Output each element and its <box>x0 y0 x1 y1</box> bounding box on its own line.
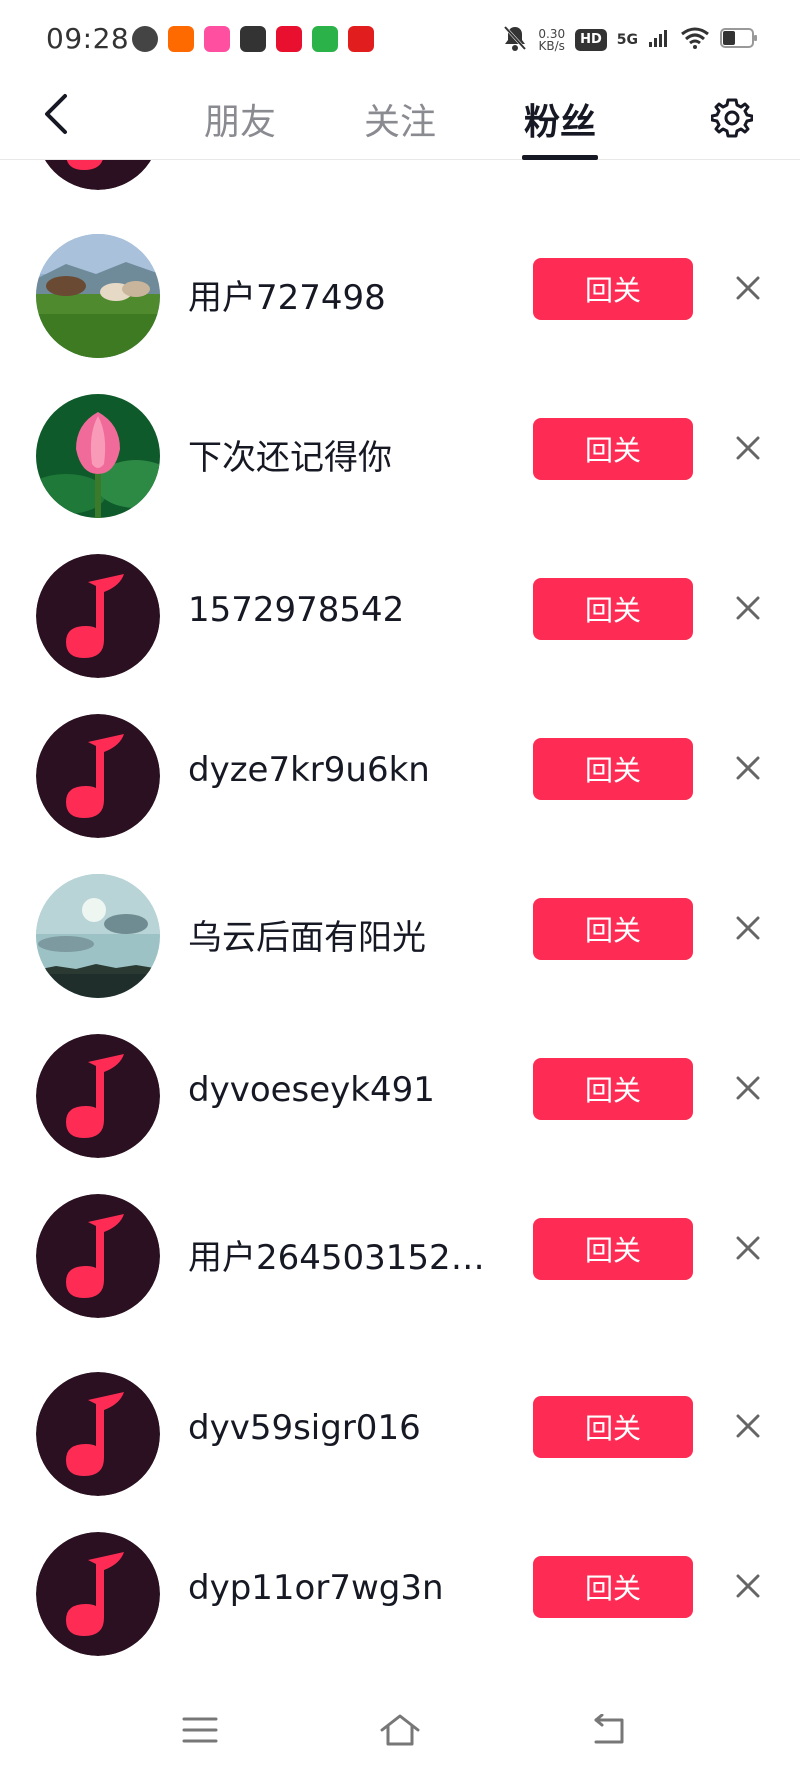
signal-icon <box>648 28 670 52</box>
chevron-left-icon <box>45 94 67 134</box>
app-notification-icon <box>276 26 302 52</box>
follow-back-button[interactable]: 回关 <box>533 1396 693 1458</box>
battery-icon <box>720 27 758 53</box>
remove-follower-button[interactable] <box>728 428 768 468</box>
close-icon <box>736 596 760 620</box>
follow-back-button[interactable]: 回关 <box>533 418 693 480</box>
close-icon <box>736 436 760 460</box>
list-item[interactable]: 回关 <box>0 160 800 190</box>
avatar[interactable] <box>36 874 160 998</box>
gear-icon <box>711 98 753 138</box>
avatar[interactable] <box>36 1034 160 1158</box>
follow-back-button[interactable]: 回关 <box>533 578 693 640</box>
remove-follower-button[interactable] <box>728 748 768 788</box>
list-item[interactable]: 下次还记得你 回关 <box>0 376 800 518</box>
app-notification-icon <box>312 26 338 52</box>
follow-back-button[interactable]: 回关 <box>533 1218 693 1280</box>
list-item[interactable]: dyp11or7wg3n 回关 <box>0 1514 800 1656</box>
follower-name[interactable]: 乌云后面有阳光 <box>188 910 426 959</box>
list-item[interactable]: 用户727498 回关 <box>0 216 800 358</box>
list-item[interactable]: dyvoeseyk491 回关 <box>0 1016 800 1158</box>
remove-follower-button[interactable] <box>728 1566 768 1606</box>
status-indicators: 0.30 KB/s HD 5G <box>502 24 758 56</box>
close-icon <box>736 276 760 300</box>
avatar[interactable] <box>36 394 160 518</box>
avatar[interactable] <box>36 1532 160 1656</box>
follow-back-button[interactable]: 回关 <box>533 1556 693 1618</box>
home-button[interactable] <box>372 1702 428 1758</box>
close-icon <box>736 916 760 940</box>
home-icon <box>380 1714 420 1746</box>
back-arrow-icon <box>594 1714 624 1744</box>
settings-button[interactable] <box>704 90 760 146</box>
menu-icon <box>182 1717 218 1743</box>
follower-name[interactable]: 1572978542 <box>188 590 404 630</box>
hd-badge: HD <box>575 29 607 51</box>
follow-back-button[interactable]: 回关 <box>533 1058 693 1120</box>
wifi-icon <box>680 27 710 53</box>
network-speed: 0.30 KB/s <box>538 28 565 52</box>
status-bar: 09:28 0.30 KB/s HD 5G <box>0 0 800 78</box>
avatar[interactable] <box>36 1194 160 1318</box>
close-icon <box>736 1076 760 1100</box>
avatar[interactable] <box>36 714 160 838</box>
close-icon <box>736 1236 760 1260</box>
network-speed-unit: KB/s <box>538 39 565 53</box>
follower-name[interactable]: dyvoeseyk491 <box>188 1070 435 1110</box>
app-notification-icon <box>168 26 194 52</box>
avatar[interactable] <box>36 554 160 678</box>
remove-follower-button[interactable] <box>728 588 768 628</box>
close-icon <box>736 1414 760 1438</box>
app-notification-icon <box>240 26 266 52</box>
follower-list[interactable]: 回关 用户727498 回关 <box>0 160 800 1680</box>
follow-back-button[interactable]: 回关 <box>533 738 693 800</box>
app-notification-icon <box>204 26 230 52</box>
tab-fans[interactable]: 粉丝 <box>480 78 640 160</box>
back-nav-button[interactable] <box>580 1702 636 1758</box>
system-nav-bar <box>0 1680 800 1778</box>
list-item[interactable]: 用户2645031521… 回关 <box>0 1176 800 1318</box>
follower-name[interactable]: dyp11or7wg3n <box>188 1568 444 1608</box>
follow-back-button[interactable]: 回关 <box>533 258 693 320</box>
list-item[interactable]: 1572978542 回关 <box>0 536 800 678</box>
remove-follower-button[interactable] <box>728 1406 768 1446</box>
remove-follower-button[interactable] <box>728 1228 768 1268</box>
remove-follower-button[interactable] <box>728 1068 768 1108</box>
tab-following[interactable]: 关注 <box>320 78 480 160</box>
top-nav: 朋友 关注 粉丝 <box>0 78 800 160</box>
list-item[interactable]: dyv59sigr016 回关 <box>0 1354 800 1496</box>
follower-name[interactable]: 下次还记得你 <box>188 430 392 479</box>
close-icon <box>736 1574 760 1598</box>
list-item[interactable]: 乌云后面有阳光 回关 <box>0 856 800 998</box>
mute-bell-icon <box>502 24 528 56</box>
tab-friends[interactable]: 朋友 <box>160 78 320 160</box>
status-app-icons <box>132 26 374 52</box>
remove-follower-button[interactable] <box>728 268 768 308</box>
follow-tabs: 朋友 关注 粉丝 <box>160 78 640 160</box>
avatar[interactable] <box>36 234 160 358</box>
app-notification-icon <box>348 26 374 52</box>
follower-name[interactable]: 用户2645031521… <box>188 1230 488 1279</box>
avatar[interactable] <box>36 1372 160 1496</box>
follower-name[interactable]: dyze7kr9u6kn <box>188 750 430 790</box>
follower-name[interactable]: dyv59sigr016 <box>188 1408 421 1448</box>
close-icon <box>736 756 760 780</box>
speedometer-icon <box>132 26 158 52</box>
avatar[interactable] <box>36 160 160 190</box>
remove-follower-button[interactable] <box>728 908 768 948</box>
menu-button[interactable] <box>172 1702 228 1758</box>
follower-name[interactable]: 用户727498 <box>188 270 386 319</box>
network-type: 5G <box>616 32 638 48</box>
status-time: 09:28 <box>46 22 130 55</box>
list-item[interactable]: dyze7kr9u6kn 回关 <box>0 696 800 838</box>
follow-back-button[interactable]: 回关 <box>533 898 693 960</box>
back-button[interactable] <box>28 86 84 142</box>
